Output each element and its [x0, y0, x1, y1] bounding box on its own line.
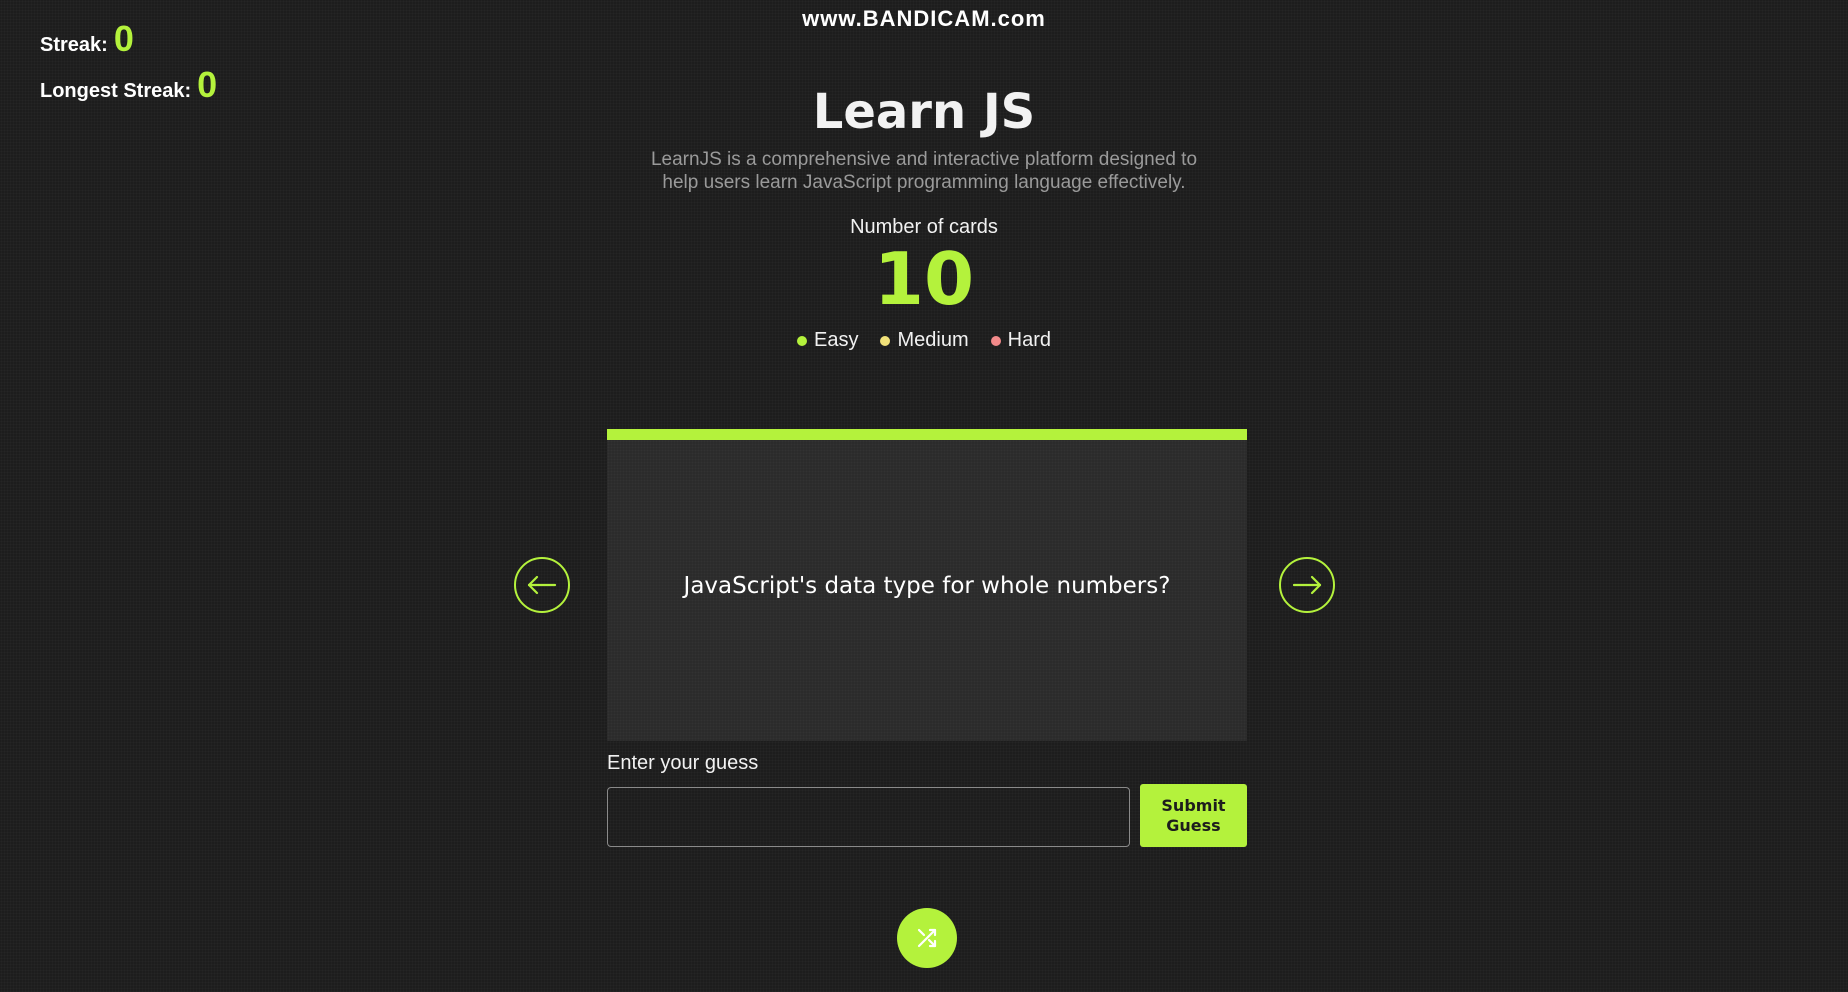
arrow-right-icon [1292, 575, 1322, 595]
streak-value: 0 [113, 18, 134, 59]
submit-guess-button[interactable]: Submit Guess [1140, 784, 1247, 847]
card-count-label: Number of cards [850, 216, 998, 238]
medium-dot-icon [880, 335, 891, 346]
arrow-left-icon [527, 575, 557, 595]
easy-dot-icon [797, 335, 808, 346]
streak-label: Streak: [40, 34, 108, 56]
previous-card-button[interactable] [514, 557, 570, 613]
legend-item-hard: Hard [990, 329, 1051, 352]
legend-label-medium: Medium [897, 329, 969, 351]
page-description: LearnJS is a comprehensive and interacti… [650, 149, 1198, 193]
card-count-value: 10 [873, 237, 975, 321]
legend-item-medium: Medium [880, 329, 969, 352]
guess-input[interactable] [607, 787, 1130, 847]
streak-row: Streak: 0 [40, 18, 217, 64]
shuffle-button[interactable] [897, 908, 957, 968]
legend-label-easy: Easy [814, 329, 859, 351]
flashcard[interactable]: JavaScript's data type for whole numbers… [607, 429, 1247, 741]
difficulty-legend: Easy Medium Hard [0, 329, 1848, 352]
guess-label: Enter your guess [607, 752, 759, 774]
bandicam-watermark: www.BANDICAM.com [802, 6, 1046, 31]
page-header: Learn JS LearnJS is a comprehensive and … [0, 82, 1848, 352]
hard-dot-icon [990, 335, 1001, 346]
legend-item-easy: Easy [797, 329, 858, 352]
shuffle-icon [917, 928, 937, 948]
legend-label-hard: Hard [1007, 329, 1051, 351]
card-question: JavaScript's data type for whole numbers… [683, 572, 1171, 599]
page-title: Learn JS [812, 84, 1036, 140]
next-card-button[interactable] [1279, 557, 1335, 613]
